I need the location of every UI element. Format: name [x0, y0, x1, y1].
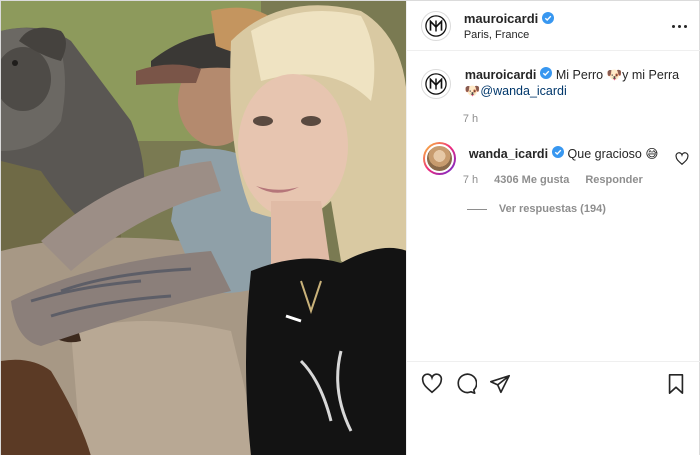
- paper-plane-icon[interactable]: [489, 373, 511, 395]
- profile-avatar[interactable]: [420, 10, 451, 41]
- reply-button[interactable]: Responder: [585, 174, 642, 186]
- caption-mention-link[interactable]: @wanda_icardi: [480, 84, 566, 98]
- view-replies-label[interactable]: Ver respuestas (194): [499, 203, 606, 215]
- header-username-text[interactable]: mauroicardi: [464, 11, 538, 26]
- heart-icon[interactable]: [421, 373, 443, 395]
- caption-time[interactable]: 7 h: [463, 113, 478, 125]
- comment-body-text: Que gracioso: [564, 147, 646, 161]
- header-username[interactable]: mauroicardi: [464, 11, 555, 26]
- comment-avatar[interactable]: [422, 142, 456, 175]
- dog-face-emoji-icon: 🐶: [606, 68, 623, 82]
- comment-username[interactable]: wanda_icardi: [469, 147, 548, 161]
- comment-bubble-icon[interactable]: [455, 373, 478, 395]
- verified-badge-icon: [542, 12, 555, 24]
- comment-time[interactable]: 7 h: [463, 174, 478, 186]
- verified-badge-icon: [552, 146, 565, 158]
- caption-text-part2: y mi Perra: [622, 68, 680, 82]
- comment-likes[interactable]: 4306 Me gusta: [494, 174, 569, 186]
- comment-row: wanda_icardi Que gracioso 😅: [422, 142, 693, 175]
- mi-monogram-logo-icon: [425, 14, 447, 37]
- comment-text: wanda_icardi Que gracioso 😅: [469, 146, 659, 175]
- comment-like-heart-icon[interactable]: [675, 152, 689, 166]
- post-image: [1, 1, 406, 455]
- more-options-icon[interactable]: [671, 17, 689, 35]
- post-location[interactable]: Paris, France: [464, 29, 554, 41]
- action-bar: [406, 361, 700, 405]
- view-replies-button[interactable]: Ver respuestas (194): [466, 203, 606, 215]
- bookmark-icon[interactable]: [665, 373, 687, 395]
- post-sidebar: mauroicardi Paris, France mauroicardi Mi…: [405, 1, 700, 455]
- caption-username[interactable]: mauroicardi: [465, 68, 537, 82]
- post-header: mauroicardi Paris, France: [406, 1, 700, 51]
- post-photo[interactable]: [1, 1, 406, 455]
- mi-monogram-logo-icon: [425, 73, 447, 95]
- caption-text: mauroicardi Mi Perro 🐶y mi Perra 🐶@wanda…: [465, 67, 691, 99]
- commenter-photo: [424, 144, 454, 173]
- instagram-post: mauroicardi Paris, France mauroicardi Mi…: [0, 0, 700, 455]
- caption-avatar[interactable]: [420, 69, 451, 99]
- grinning-sweat-emoji-icon: 😅: [645, 147, 659, 161]
- replies-divider: [466, 208, 487, 210]
- post-caption: mauroicardi Mi Perro 🐶y mi Perra 🐶@wanda…: [420, 67, 691, 99]
- verified-badge-icon: [540, 67, 553, 79]
- caption-text-part1: Mi Perro: [552, 68, 607, 82]
- dog-face-emoji-icon: 🐶: [464, 84, 481, 98]
- comment-meta: 7 h 4306 Me gusta Responder: [463, 174, 659, 186]
